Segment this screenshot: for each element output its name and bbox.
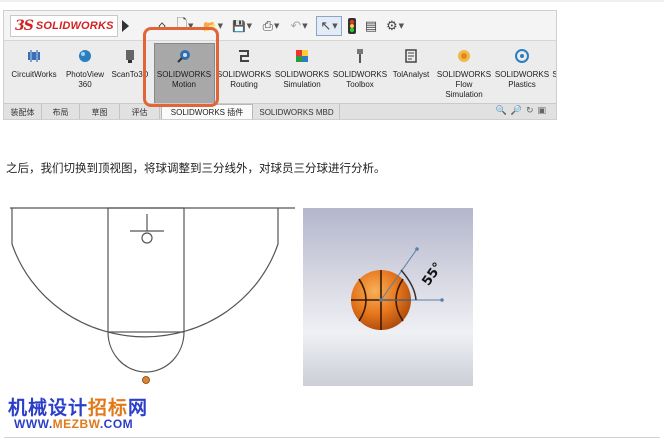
quick-access-bar: 3S SOLIDWORKS ⌂ 🗋 ▼ 📂 ▼ 💾 ▼ ⎙ ▼ ↶ ▼ ↖ ▼ ▤ ⚙ ▼ [4, 11, 556, 41]
angle-label: 55° [420, 260, 446, 289]
divider [4, 437, 660, 438]
tool-label: SOLIDWORKS Toolbox [332, 70, 388, 89]
tool-more[interactable]: S [547, 42, 556, 104]
tool-label: S [552, 70, 556, 80]
ball-marker [142, 376, 150, 384]
expand-menu-arrow-icon[interactable] [122, 20, 129, 32]
tool-label: SOLIDWORKS Simulation [274, 70, 330, 89]
toolbox-icon [352, 48, 368, 64]
plastics-icon [514, 48, 530, 64]
rotate-view-icon[interactable]: ↻ [526, 106, 538, 116]
hoop [141, 232, 153, 244]
tab-sketch[interactable]: 草图 [80, 104, 120, 119]
tool-tolanalyst[interactable]: TolAnalyst [388, 42, 434, 104]
routing-icon [236, 48, 252, 64]
traffic-light-icon[interactable] [346, 16, 358, 36]
options-list-icon[interactable]: ▤ [364, 16, 378, 36]
tool-label: TolAnalyst [392, 70, 430, 79]
logo-text: SOLIDWORKS [35, 20, 114, 32]
scanto3d-icon [122, 48, 138, 64]
tool-label: SOLIDWORKS Plastics [494, 70, 550, 89]
solidworks-ribbon: 3S SOLIDWORKS ⌂ 🗋 ▼ 📂 ▼ 💾 ▼ ⎙ ▼ ↶ ▼ ↖ ▼ ▤ ⚙ ▼ C… [3, 10, 557, 120]
top-edge [0, 0, 664, 2]
free-throw-circle [107, 331, 185, 373]
view-tools-icons[interactable]: 🔍🔎↻▣ [496, 106, 551, 116]
solidworks-logo[interactable]: 3S SOLIDWORKS [10, 15, 118, 37]
tool-photoview-360[interactable]: PhotoView 360 [60, 42, 110, 104]
tab-solidworks-mbd[interactable]: SOLIDWORKS MBD [254, 104, 340, 119]
tolanalyst-icon [403, 48, 419, 64]
watermark-url: WWW.MEZBW.COM [14, 417, 134, 431]
tool-label: SOLIDWORKS Flow Simulation [436, 70, 492, 99]
three-point-line [11, 208, 279, 338]
gear-icon[interactable]: ⚙ ▼ [384, 16, 406, 36]
photoview-icon [77, 48, 93, 64]
tool-circuitworks[interactable]: CircuitWorks [4, 42, 64, 104]
print-icon[interactable]: ⎙ ▼ [259, 16, 283, 36]
flow-simulation-icon [456, 48, 472, 64]
tool-solidworks-flow-simulation[interactable]: SOLIDWORKS Flow Simulation [434, 42, 494, 104]
select-pointer-icon[interactable]: ↖ ▼ [316, 16, 342, 36]
motion-highlight-frame [143, 27, 219, 107]
ribbon-tools: CircuitWorks PhotoView 360 ScanTo3D SOLI… [4, 42, 556, 104]
tool-solidworks-toolbox[interactable]: SOLIDWORKS Toolbox [332, 42, 388, 104]
undo-icon[interactable]: ↶ ▼ [288, 16, 310, 36]
tool-label: SOLIDWORKS Routing [216, 70, 272, 89]
tool-solidworks-routing[interactable]: SOLIDWORKS Routing [216, 42, 272, 104]
basketball-svg: 55° [351, 247, 446, 330]
view-orientation-icon[interactable]: ▣ [537, 106, 550, 116]
search-zoom-icon[interactable]: 🔍 [496, 106, 511, 116]
tab-assembly[interactable]: 装配体 [4, 104, 42, 119]
tool-label: PhotoView 360 [65, 70, 105, 89]
zoom-area-icon[interactable]: 🔎 [511, 106, 526, 116]
simulation-icon [294, 48, 310, 64]
tab-layout[interactable]: 布局 [42, 104, 80, 119]
article-paragraph: 之后，我们切换到顶视图，将球调整到三分线外，对球员三分球进行分析。 [6, 161, 386, 175]
ds-logo-mark: 3S [15, 18, 34, 34]
command-manager-tabs: 装配体 布局 草图 评估 SOLIDWORKS 插件 SOLIDWORKS MB… [4, 103, 556, 119]
court-top-view-diagram [10, 207, 295, 384]
circuitworks-icon [26, 48, 42, 64]
key-lane [107, 207, 185, 333]
basketball-render: 55° [303, 208, 473, 386]
tool-solidworks-plastics[interactable]: SOLIDWORKS Plastics [494, 42, 550, 104]
watermark-title: 机械设计招标网 [8, 397, 149, 419]
save-icon[interactable]: 💾 ▼ [230, 16, 254, 36]
more-icon [547, 48, 556, 64]
tool-label: CircuitWorks [11, 70, 57, 79]
tool-solidworks-simulation[interactable]: SOLIDWORKS Simulation [272, 42, 332, 104]
